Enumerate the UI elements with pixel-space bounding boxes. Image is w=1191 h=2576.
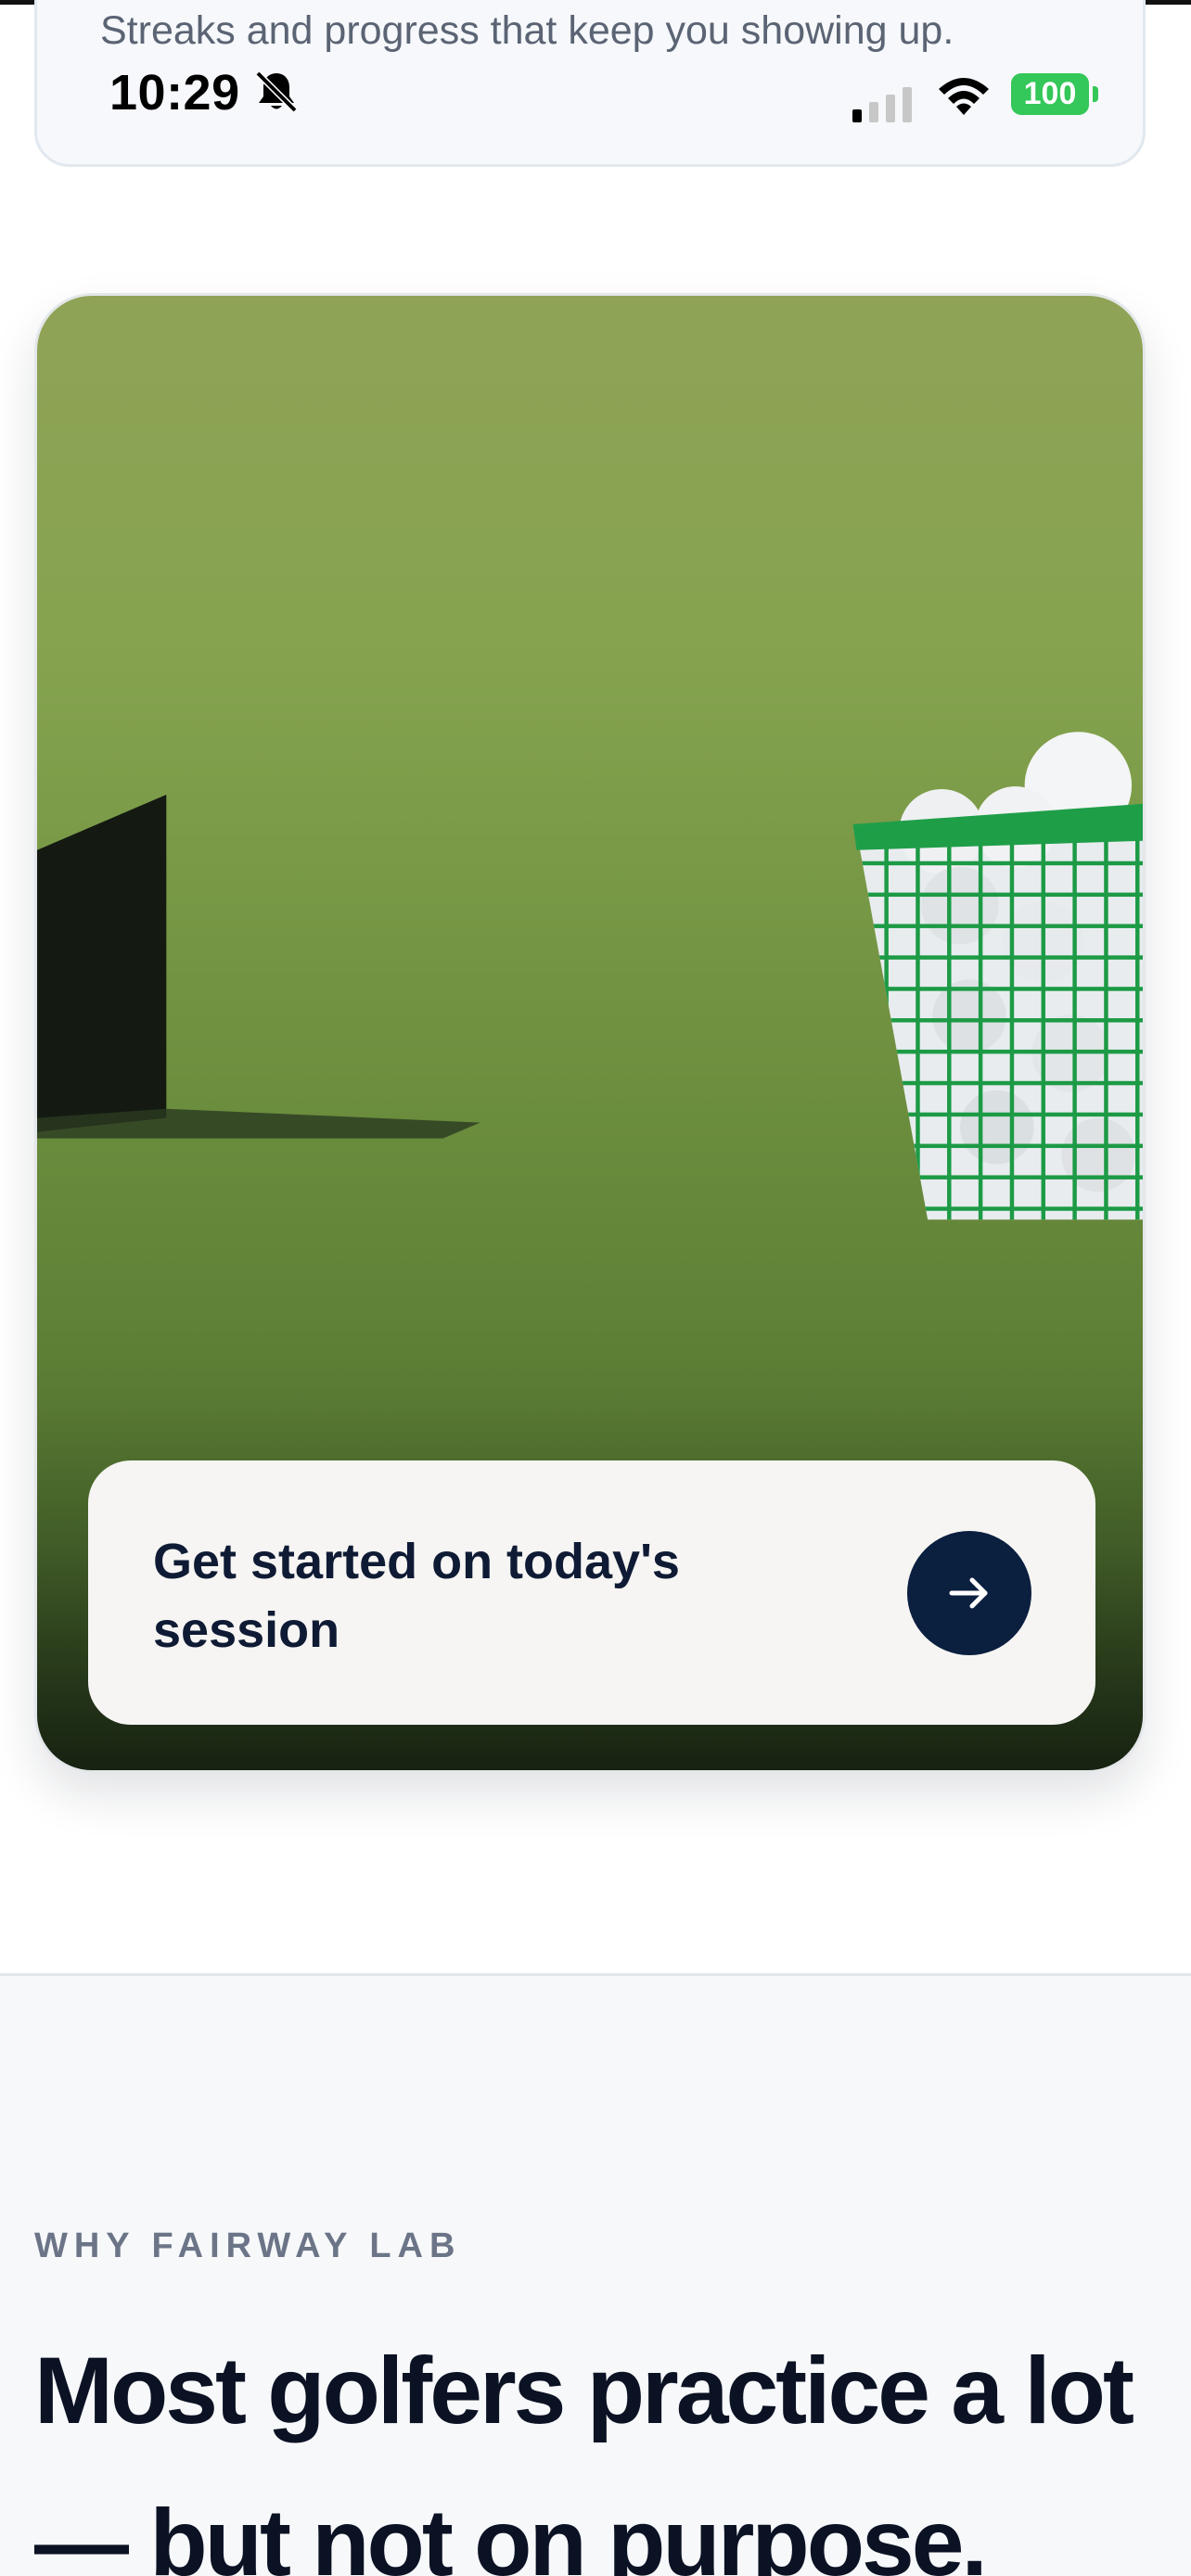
battery-level: 100 [1011, 73, 1089, 115]
battery-cap [1093, 86, 1098, 102]
get-started-cta[interactable]: Get started on today's session [88, 1460, 1095, 1725]
cta-arrow-button[interactable] [907, 1531, 1031, 1655]
why-eyebrow: WHY FAIRWAY LAB [34, 2226, 462, 2265]
status-time: 10:29 [109, 65, 240, 121]
status-bar: 10:29 100 [0, 56, 1191, 130]
cta-label: Get started on today's session [153, 1534, 680, 1658]
why-section: WHY FAIRWAY LAB Most golfers practice a … [0, 1976, 1191, 2576]
arrow-right-icon [949, 1577, 988, 1609]
cellular-signal-icon [852, 87, 912, 122]
hero-card[interactable]: Get started on today's session [34, 293, 1146, 1773]
previous-card-subtitle: Streaks and progress that keep you showi… [100, 8, 954, 53]
page: Streaks and progress that keep you showi… [0, 0, 1191, 2576]
battery-icon: 100 [1011, 73, 1100, 115]
wifi-icon [939, 78, 989, 115]
why-heading: Most golfers practice a lot — but not on… [34, 2338, 1134, 2576]
bell-slash-icon [255, 70, 298, 113]
